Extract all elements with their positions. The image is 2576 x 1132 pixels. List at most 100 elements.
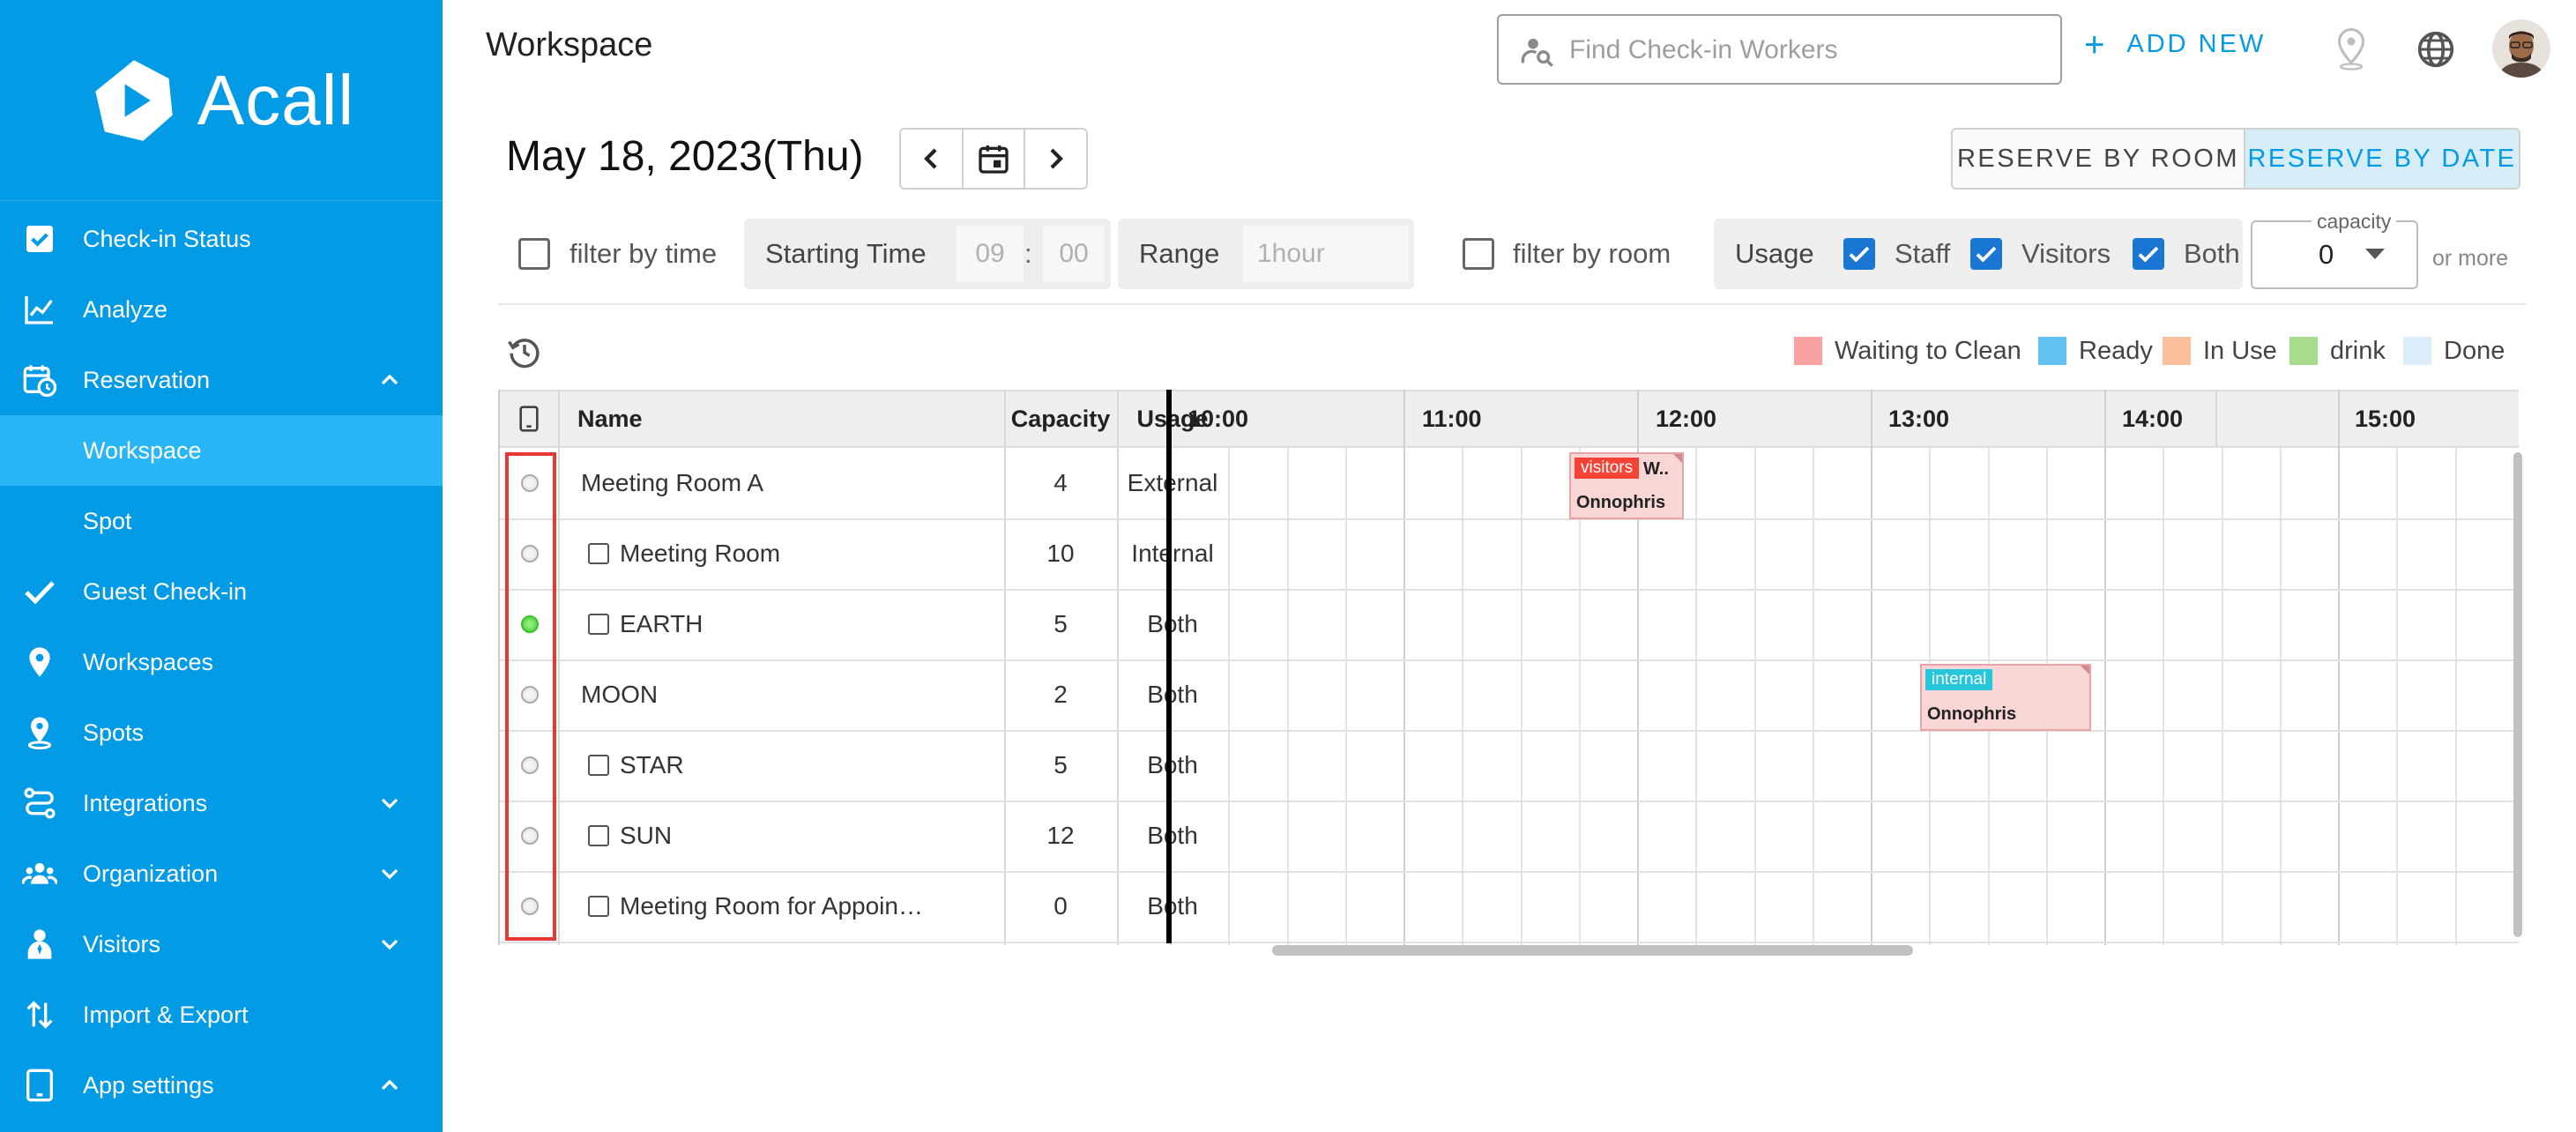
sidebar-item-workspace[interactable]: Workspace — [0, 415, 443, 486]
resize-corner-icon[interactable] — [2081, 666, 2089, 674]
acall-logo-icon — [95, 59, 173, 141]
search-input[interactable]: Find Check-in Workers — [1497, 14, 2062, 85]
sidebar-item-spots[interactable]: Spots — [0, 697, 443, 768]
user-avatar-image — [2492, 19, 2550, 78]
acall-logo[interactable]: Acall — [0, 0, 443, 201]
sidebar-item-app-settings[interactable]: App settings — [0, 1050, 443, 1121]
chevron-right-icon — [1050, 148, 1063, 169]
room-capacity-cell: 12 — [1004, 801, 1117, 871]
room-name-cell[interactable]: MOON — [581, 659, 995, 730]
start-minute-field[interactable]: 00 — [1043, 226, 1105, 282]
chevron-down-icon[interactable] — [376, 860, 404, 888]
sidebar-item-workspaces[interactable]: Workspaces — [0, 627, 443, 697]
chevron-up-icon[interactable] — [376, 1071, 404, 1099]
room-usage: Both — [1147, 610, 1198, 637]
reserve-by-room-button[interactable]: RESERVE BY ROOM — [1953, 130, 2245, 188]
reservation-block[interactable]: visitors W.. Onnophris — [1569, 452, 1684, 519]
start-minute-value: 00 — [1059, 239, 1089, 268]
add-new-button[interactable]: + ADD NEW — [2084, 27, 2266, 63]
usage-both-checkbox[interactable] — [2133, 238, 2164, 270]
capacity-column-header[interactable]: Capacity — [1004, 390, 1117, 448]
capacity-column-label: Capacity — [1010, 405, 1111, 432]
location-pin-icon[interactable] — [2335, 28, 2367, 71]
page-title: Workspace — [486, 26, 653, 63]
chevron-down-icon[interactable] — [376, 930, 404, 958]
chevron-up-icon[interactable] — [376, 366, 404, 394]
sidebar-item-integrations[interactable]: Integrations — [0, 768, 443, 838]
sidebar: Acall Check-in Status Analyze Reservatio… — [0, 0, 443, 1132]
resize-corner-icon[interactable] — [1673, 454, 1682, 463]
legend-swatch — [2289, 337, 2318, 365]
name-column-label: Name — [577, 405, 643, 432]
start-hour-field[interactable]: 09 — [957, 226, 1024, 282]
room-name: STAR — [620, 751, 684, 778]
time-label: 10:00 — [1187, 405, 1249, 432]
logo-text: Acall — [197, 60, 355, 139]
calendar-icon — [979, 145, 1009, 174]
room-name-cell[interactable]: Meeting Room for Appoin… — [588, 871, 995, 942]
room-name-cell[interactable]: Meeting Room — [588, 518, 995, 589]
horizontal-scrollbar[interactable] — [1272, 945, 1913, 956]
room-checkbox[interactable] — [588, 755, 609, 776]
row-divider — [500, 942, 2519, 943]
room-checkbox[interactable] — [588, 614, 609, 635]
chevron-down-icon[interactable] — [376, 789, 404, 817]
room-capacity: 12 — [1046, 822, 1075, 849]
sidebar-item-label: Spot — [83, 507, 132, 534]
legend-drink: drink — [2289, 335, 2386, 367]
avatar[interactable] — [2492, 19, 2550, 78]
usage-visitors-label: Visitors — [2021, 238, 2111, 269]
reserve-by-date-button[interactable]: RESERVE BY DATE — [2245, 130, 2519, 188]
room-name-cell[interactable]: Meeting Room A — [581, 448, 995, 518]
sidebar-item-import-export[interactable]: Import & Export — [0, 979, 443, 1050]
sidebar-item-analyze[interactable]: Analyze — [0, 274, 443, 345]
tablet-icon — [21, 1067, 58, 1104]
name-column-header[interactable]: Name — [558, 390, 1004, 448]
arrows-updown-icon — [21, 996, 58, 1033]
people-icon — [21, 855, 58, 892]
sidebar-item-label: Analyze — [83, 295, 168, 323]
column-divider — [558, 390, 560, 945]
sidebar-item-guest-check-in[interactable]: Guest Check-in — [0, 556, 443, 627]
usage-staff-checkbox[interactable] — [1843, 238, 1875, 270]
filter-by-time-checkbox[interactable] — [518, 238, 550, 270]
reserve-mode-toggle: RESERVE BY ROOM RESERVE BY DATE — [1951, 128, 2520, 190]
divider — [498, 303, 2526, 305]
history-refresh-icon[interactable] — [506, 333, 543, 370]
sidebar-item-spot[interactable]: Spot — [0, 486, 443, 556]
usage-visitors-checkbox[interactable] — [1970, 238, 2002, 270]
sidebar-item-label: Organization — [83, 860, 219, 887]
globe-icon[interactable] — [2416, 30, 2455, 69]
date-navigation — [899, 128, 1088, 190]
room-name: Meeting Room — [620, 540, 781, 567]
hour-grid-line — [2338, 390, 2340, 945]
sidebar-item-label: App settings — [83, 1071, 214, 1098]
sidebar-item-label: Check-in Status — [83, 225, 251, 252]
filter-by-room-checkbox[interactable] — [1463, 238, 1494, 270]
sidebar-nav: Check-in Status Analyze Reservation Work… — [0, 204, 443, 1121]
time-separator: : — [1024, 238, 1032, 269]
room-name-cell[interactable]: EARTH — [588, 589, 995, 659]
room-checkbox[interactable] — [588, 543, 609, 564]
checkmark-icon — [1976, 246, 1997, 263]
reservation-block[interactable]: internal Onnophris — [1920, 664, 2091, 731]
calendar-button[interactable] — [964, 130, 1026, 188]
room-capacity: 4 — [1053, 469, 1068, 496]
room-name: Meeting Room A — [581, 469, 763, 496]
sidebar-item-reservation[interactable]: Reservation — [0, 345, 443, 415]
room-checkbox[interactable] — [588, 896, 609, 917]
sidebar-item-organization[interactable]: Organization — [0, 838, 443, 909]
previous-day-button[interactable] — [901, 130, 964, 188]
next-day-button[interactable] — [1025, 130, 1086, 188]
sidebar-item-check-in-status[interactable]: Check-in Status — [0, 204, 443, 274]
room-name-cell[interactable]: SUN — [588, 801, 995, 871]
room-checkbox[interactable] — [588, 825, 609, 846]
room-name-cell[interactable]: STAR — [588, 730, 995, 801]
sidebar-item-visitors[interactable]: Visitors — [0, 909, 443, 979]
booking-tag: internal — [1925, 669, 1993, 690]
room-name: Meeting Room for Appoin… — [620, 892, 923, 920]
check-icon — [21, 573, 58, 610]
range-value: 1hour — [1257, 239, 1325, 268]
range-select[interactable]: 1hour — [1243, 226, 1409, 282]
vertical-scrollbar[interactable] — [2513, 452, 2522, 937]
